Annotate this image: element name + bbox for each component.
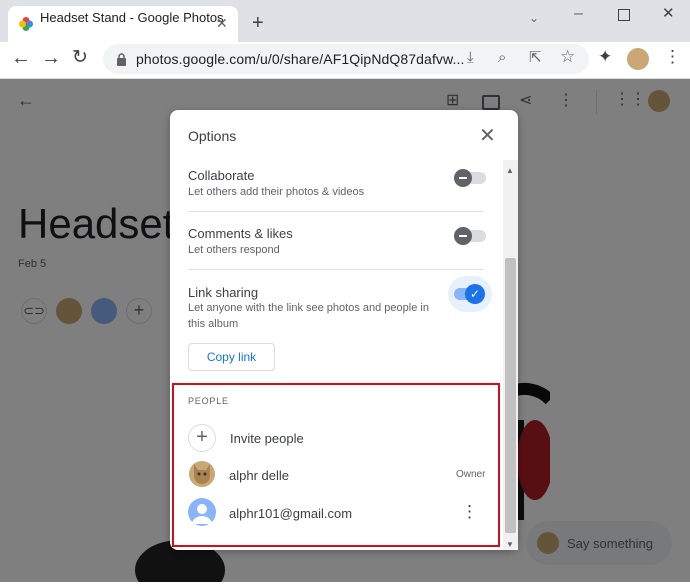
copy-link-button[interactable]: Copy link: [188, 343, 275, 371]
more-vert-icon[interactable]: ⋮: [664, 48, 681, 65]
close-icon[interactable]: ✕: [479, 126, 496, 146]
tab-title: Headset Stand - Google Photos: [40, 10, 224, 25]
people-highlight-box: [172, 383, 500, 547]
back-arrow-icon[interactable]: ←: [11, 48, 31, 68]
maximize-icon[interactable]: [618, 9, 630, 21]
divider: [188, 269, 484, 270]
collaborate-subtitle: Let others add their photos & videos: [188, 186, 365, 198]
collaborate-toggle[interactable]: [454, 168, 486, 188]
share-icon[interactable]: ⇱: [529, 50, 542, 66]
chevron-down-icon[interactable]: ⌄: [529, 10, 539, 26]
comments-likes-subtitle: Let others respond: [188, 244, 280, 256]
tab-close-icon[interactable]: ✕: [216, 15, 228, 31]
link-sharing-toggle[interactable]: ✓: [448, 276, 492, 312]
link-sharing-title: Link sharing: [188, 285, 259, 300]
minimize-icon[interactable]: –: [574, 6, 583, 22]
photos-logo-icon: [18, 16, 34, 32]
dialog-title: Options: [188, 128, 237, 144]
star-icon[interactable]: ☆: [560, 48, 575, 65]
zoom-icon[interactable]: ⌕: [498, 50, 506, 66]
scroll-down-icon[interactable]: ▼: [506, 537, 514, 553]
profile-avatar[interactable]: [627, 48, 649, 70]
forward-arrow-icon[interactable]: →: [41, 48, 61, 68]
comments-likes-title: Comments & likes: [188, 226, 293, 241]
install-icon[interactable]: ⤓: [467, 50, 474, 66]
scrollbar-thumb[interactable]: [505, 258, 516, 533]
refresh-icon[interactable]: ↻: [72, 48, 88, 67]
lock-icon[interactable]: [116, 53, 127, 71]
scroll-up-icon[interactable]: ▲: [506, 163, 514, 179]
url-text[interactable]: photos.google.com/u/0/share/AF1QipNdQ87d…: [136, 51, 464, 67]
link-sharing-subtitle: Let anyone with the link see photos and …: [188, 302, 429, 330]
comments-likes-toggle[interactable]: [454, 226, 486, 246]
divider: [188, 211, 484, 212]
window-close-icon[interactable]: ✕: [662, 6, 675, 22]
extensions-icon[interactable]: ✦: [598, 48, 612, 65]
new-tab-icon[interactable]: +: [252, 13, 264, 33]
collaborate-title: Collaborate: [188, 168, 255, 183]
